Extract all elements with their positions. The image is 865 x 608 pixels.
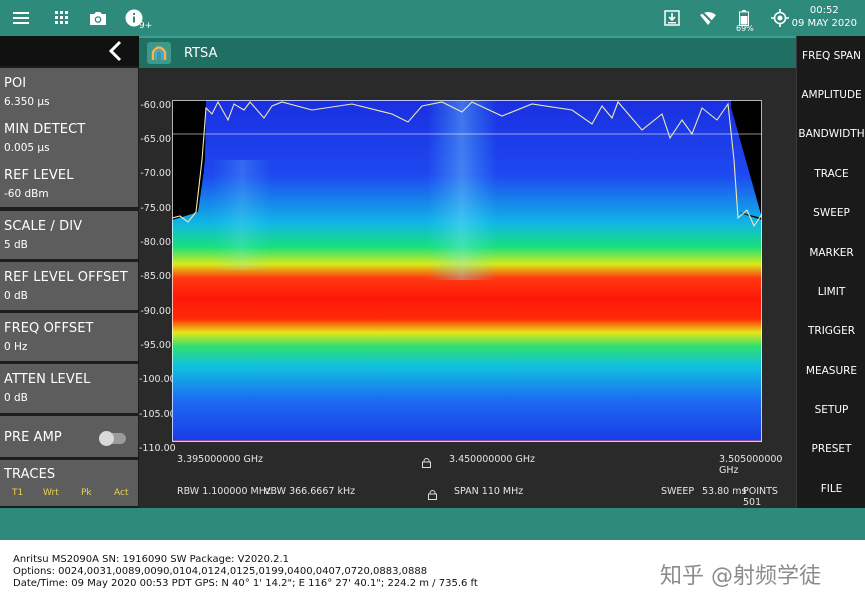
sweep-label: SWEEP [661, 486, 695, 497]
param-pre-amp[interactable]: PRE AMP [0, 416, 138, 458]
param-label: MIN DETECT [4, 122, 86, 137]
panel-header [0, 36, 139, 66]
instrument-options-line: Options: 0024,0031,0089,0090,0104,0124,0… [13, 566, 428, 577]
hamburger-menu-icon[interactable] [11, 8, 31, 28]
y-tick-label: -80.00 [140, 237, 171, 248]
trace-tabs: T1 Wrt Pk Act [0, 484, 138, 506]
param-label: REF LEVEL OFFSET [4, 270, 128, 285]
main-menu: FREQ SPAN AMPLITUDE BANDWIDTH TRACE SWEE… [796, 36, 865, 508]
bottom-bar [0, 508, 865, 540]
param-value: -60 dBm [4, 188, 49, 200]
param-value: 5 dB [4, 239, 28, 251]
menu-freq-span[interactable]: FREQ SPAN [797, 50, 865, 62]
instrument-info: Anritsu MS2090A SN: 1916090 SW Package: … [13, 554, 478, 590]
menu-amplitude[interactable]: AMPLITUDE [797, 89, 865, 101]
param-ref-level[interactable]: REF LEVEL -60 dBm [0, 160, 138, 208]
menu-sweep[interactable]: SWEEP [797, 207, 865, 219]
menu-trace[interactable]: TRACE [797, 168, 865, 180]
param-value: 0 dB [4, 392, 28, 404]
param-value: 0 Hz [4, 341, 28, 353]
trace-tab-t1[interactable]: T1 [12, 488, 23, 498]
param-freq-offset[interactable]: FREQ OFFSET 0 Hz [0, 313, 138, 362]
param-label: POI [4, 76, 27, 91]
param-label: FREQ OFFSET [4, 321, 94, 336]
measurement-title-bar: RTSA [139, 36, 796, 68]
clock: 00:52 09 MAY 2020 [792, 4, 857, 30]
measurement-area: RTSA -60.00 -65.00 -70.00 -75.00 -80.00 … [139, 36, 796, 508]
trace-tab-pk[interactable]: Pk [81, 488, 92, 498]
param-label: TRACES [4, 467, 56, 482]
screen: 9+ 69% 00:52 09 MAY 2020 POI 6.350 µs MI… [0, 0, 865, 608]
menu-bandwidth[interactable]: BANDWIDTH [797, 128, 865, 140]
lock-icon [422, 455, 431, 468]
y-tick-label: -85.00 [140, 271, 171, 282]
param-value: 0 dB [4, 290, 28, 302]
param-label: ATTEN LEVEL [4, 372, 91, 387]
span-readout[interactable]: SPAN 110 MHz [454, 486, 523, 497]
param-atten-level[interactable]: ATTEN LEVEL 0 dB [0, 364, 138, 414]
menu-measure[interactable]: MEASURE [797, 365, 865, 377]
param-value: 6.350 µs [4, 96, 50, 108]
rbw-readout[interactable]: RBW 1.100000 MHz [177, 486, 271, 497]
menu-setup[interactable]: SETUP [797, 404, 865, 416]
param-ref-level-offset[interactable]: REF LEVEL OFFSET 0 dB [0, 262, 138, 311]
y-tick-label: -60.00 [140, 100, 171, 111]
y-tick-label: -105.00 [139, 409, 176, 420]
trace-tab-act[interactable]: Act [114, 488, 128, 498]
pre-amp-toggle[interactable] [99, 431, 126, 446]
menu-trigger[interactable]: TRIGGER [797, 325, 865, 337]
param-label: PRE AMP [4, 430, 62, 445]
param-label: REF LEVEL [4, 168, 74, 183]
rtsa-app-icon[interactable] [147, 42, 171, 64]
watermark-text: 知乎 @射频学徒 [660, 564, 821, 589]
back-chevron-icon[interactable] [107, 40, 125, 62]
clock-time: 00:52 [809, 5, 839, 16]
battery-percent: 69% [736, 24, 754, 33]
menu-marker[interactable]: MARKER [797, 247, 865, 259]
y-tick-label: -100.00 [139, 374, 176, 385]
x-center-frequency: 3.450000000 GHz [449, 454, 535, 465]
y-tick-label: -110.00 [139, 443, 176, 454]
menu-file[interactable]: FILE [797, 483, 865, 495]
vbw-readout[interactable]: VBW 366.6667 kHz [264, 486, 355, 497]
info-badge: 9+ [139, 21, 153, 31]
points-readout[interactable]: POINTS 501 [743, 486, 796, 508]
no-wifi-icon [698, 8, 718, 28]
instrument-datetime-gps-line: Date/Time: 09 May 2020 00:53 PDT GPS: N … [13, 578, 478, 589]
param-scale-div[interactable]: SCALE / DIV 5 dB [0, 211, 138, 260]
download-icon[interactable] [662, 8, 682, 28]
y-tick-label: -70.00 [140, 168, 171, 179]
param-traces[interactable]: TRACES [0, 460, 138, 484]
toggle-knob [99, 431, 114, 446]
sweep-time-readout[interactable]: 53.80 ms [702, 486, 746, 497]
measurement-title: RTSA [184, 46, 218, 61]
spectrum-density-display [171, 100, 764, 442]
clock-date: 09 MAY 2020 [791, 18, 857, 29]
status-bar: 9+ 69% 00:52 09 MAY 2020 [0, 0, 865, 36]
y-tick-label: -65.00 [140, 134, 171, 145]
lock-icon [428, 487, 437, 500]
parameter-panel: POI 6.350 µs MIN DETECT 0.005 µs REF LEV… [0, 36, 139, 508]
menu-limit[interactable]: LIMIT [797, 286, 865, 298]
x-start-frequency: 3.395000000 GHz [177, 454, 263, 465]
menu-preset[interactable]: PRESET [797, 443, 865, 455]
param-min-detect[interactable]: MIN DETECT 0.005 µs [0, 114, 138, 161]
y-tick-label: -90.00 [140, 306, 171, 317]
spectrum-plot[interactable] [171, 100, 764, 442]
gps-location-icon [770, 8, 790, 28]
param-label: SCALE / DIV [4, 219, 83, 234]
trace-tab-wrt[interactable]: Wrt [43, 488, 59, 498]
param-value: 0.005 µs [4, 142, 50, 154]
instrument-serial-line: Anritsu MS2090A SN: 1916090 SW Package: … [13, 554, 290, 565]
camera-icon[interactable] [88, 8, 108, 28]
apps-grid-icon[interactable] [52, 8, 72, 28]
y-tick-label: -95.00 [140, 340, 171, 351]
x-stop-frequency: 3.505000000 GHz [719, 454, 783, 476]
param-poi[interactable]: POI 6.350 µs [0, 68, 138, 115]
y-tick-label: -75.00 [140, 203, 171, 214]
